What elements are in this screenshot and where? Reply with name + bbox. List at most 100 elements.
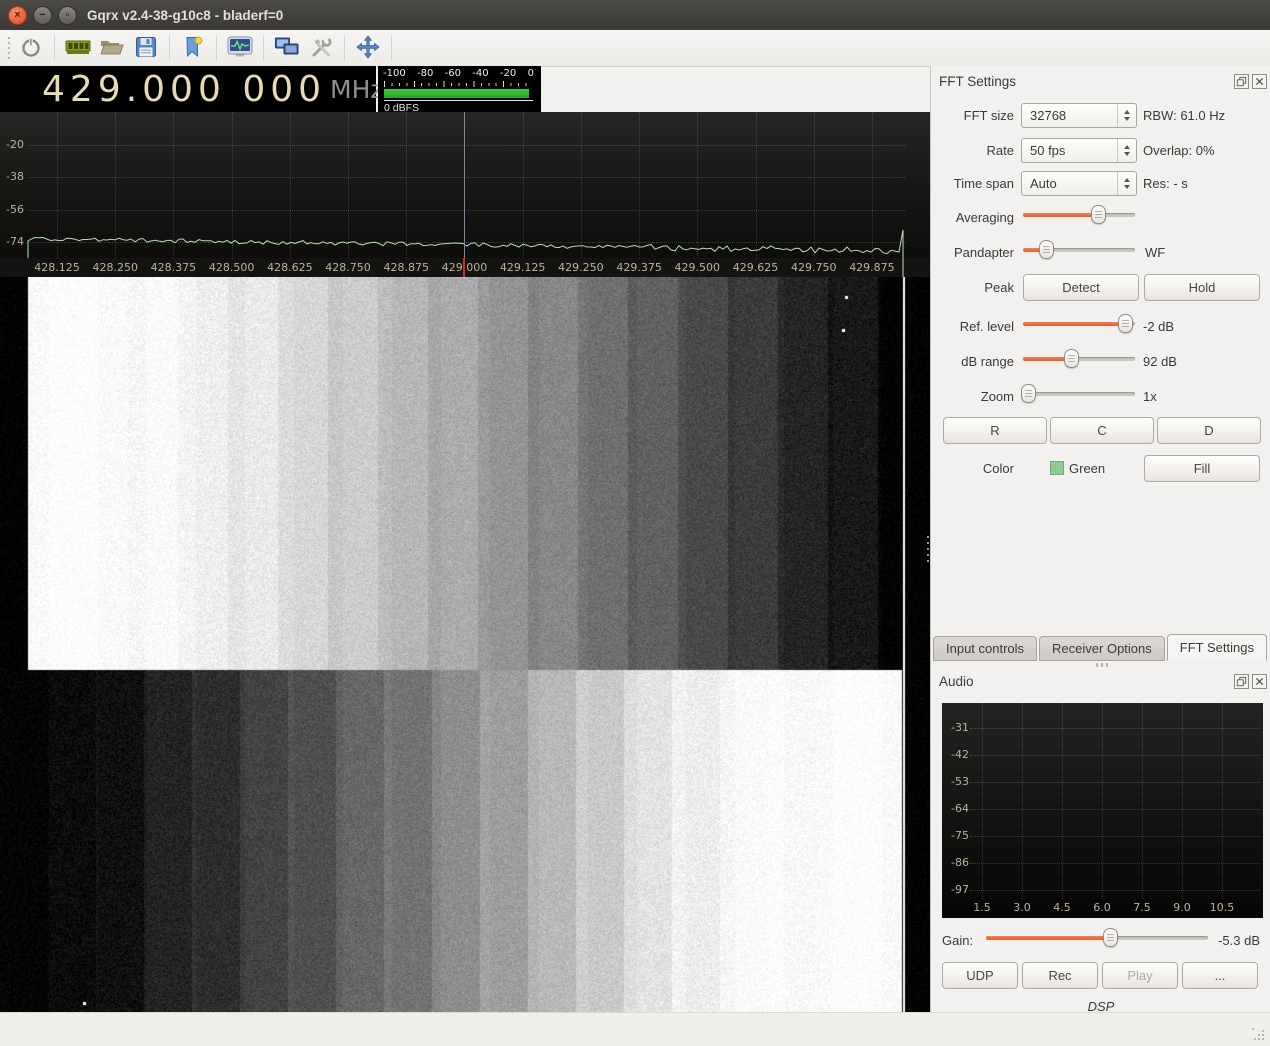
toolbar-drag-handle[interactable] [4,37,14,59]
meter-tick-label: -80 [417,68,433,79]
dock-splitter-handle[interactable] [1096,663,1110,667]
color-label: Color [931,461,1014,476]
udp-button[interactable]: UDP [942,962,1018,989]
float-panel-icon[interactable] [1234,74,1249,89]
titlebar[interactable]: × − ▫ Gqrx v2.4-38-g10c8 - bladerf=0 [0,0,1270,30]
open-button[interactable] [95,33,129,63]
window-title: Gqrx v2.4-38-g10c8 - bladerf=0 [87,8,283,23]
close-panel-icon[interactable] [1252,74,1267,89]
maximize-window-icon[interactable]: ▫ [58,6,77,25]
color-value: Green [1069,461,1105,476]
more-button[interactable]: ... [1182,962,1258,989]
audio-spectrum-plot: -31-42-53-64-75-86-971.53.04.56.07.59.01… [942,703,1263,918]
meter-tick-label: -60 [445,68,461,79]
grid-line [1182,703,1183,899]
tab-input-controls[interactable]: Input controls [933,636,1037,661]
meter-tick-label: -40 [472,68,488,79]
pandapter-slider[interactable] [1023,240,1135,259]
slider-handle[interactable] [1118,314,1133,333]
play-button[interactable]: Play [1102,962,1178,989]
grid-line [970,863,1260,864]
slider-handle[interactable] [1103,928,1118,947]
waterfall-canvas[interactable] [0,277,930,1012]
reset-button[interactable]: R [943,417,1047,444]
grid-line [970,755,1260,756]
spinner-arrows-icon[interactable] [1117,172,1136,195]
statusbar [0,1012,1270,1046]
zoom-slider[interactable] [1023,384,1135,403]
demod-button[interactable]: D [1157,417,1261,444]
ref-level-slider[interactable] [1023,314,1135,333]
slider-handle[interactable] [1039,240,1054,259]
dsp-toggle-button[interactable] [223,33,257,63]
signal-meter: -100-80-60-40-200 0 dBFS [378,66,541,112]
audio-db-tick-label: -64 [951,802,969,815]
close-window-icon[interactable]: × [8,6,27,25]
audio-db-tick-label: -31 [951,721,969,734]
pandapter-label: Pandapter [931,245,1014,260]
frequency-display[interactable]: 429.000 000 MHz [0,66,376,112]
center-button[interactable]: C [1050,417,1154,444]
panel-splitter-handle[interactable] [926,536,930,562]
audio-db-tick-label: -53 [951,775,969,788]
fullscreen-button[interactable] [351,33,385,63]
meter-scale: -100-80-60-40-200 [383,68,534,79]
slider-handle[interactable] [1021,384,1036,403]
close-panel-icon[interactable] [1252,674,1267,689]
minimize-window-icon[interactable]: − [33,6,52,25]
fft-size-label: FFT size [931,108,1014,123]
fft-settings-title: FFT Settings [939,74,1016,89]
resize-grip-icon[interactable] [1252,1028,1266,1042]
grid-line [982,703,983,899]
rec-button[interactable]: Rec [1022,962,1098,989]
remote-control-button[interactable] [270,33,304,63]
time-span-select[interactable]: Auto [1021,171,1137,196]
time-span-label: Time span [931,176,1014,191]
memory-icon [65,37,91,60]
color-swatch[interactable] [1050,461,1064,475]
rate-label: Rate [931,143,1014,158]
peak-label: Peak [931,280,1014,295]
grid-line [970,782,1260,783]
res-value: Res: - s [1143,176,1188,191]
fft-size-select[interactable]: 32768 [1021,103,1137,128]
tab-receiver-options[interactable]: Receiver Options [1039,636,1165,661]
audio-khz-tick-label: 9.0 [1173,901,1191,914]
averaging-slider[interactable] [1023,205,1135,224]
spinner-arrows-icon[interactable] [1117,139,1136,162]
fft-trace [0,112,930,277]
spinner-arrows-icon[interactable] [1117,104,1136,127]
meter-ticks [384,81,533,87]
audio-khz-tick-label: 7.5 [1133,901,1151,914]
zoom-value: 1x [1143,389,1157,404]
device-config-button[interactable] [61,33,95,63]
frequency-value[interactable]: 429.000 000 [42,69,326,110]
tab-fft-settings[interactable]: FFT Settings [1167,634,1267,661]
grid-line [970,836,1260,837]
slider-handle[interactable] [1064,349,1079,368]
bookmarks-button[interactable] [176,33,210,63]
fill-button[interactable]: Fill [1144,455,1260,482]
audio-db-tick-label: -75 [951,829,969,842]
grid-line [970,728,1260,729]
center-frequency-marker [463,258,465,277]
settings-button[interactable] [304,33,338,63]
float-panel-icon[interactable] [1234,674,1249,689]
peak-hold-button[interactable]: Hold [1144,274,1260,301]
power-button[interactable] [14,33,48,63]
slider-handle[interactable] [1091,205,1106,224]
grid-line [1022,703,1023,899]
audio-db-tick-label: -42 [951,748,969,761]
db-range-slider[interactable] [1023,349,1135,368]
db-range-label: dB range [931,354,1014,369]
peak-detect-button[interactable]: Detect [1023,274,1139,301]
rate-select[interactable]: 50 fps [1021,138,1137,163]
save-button[interactable] [129,33,163,63]
spectrum-plot[interactable]: 428.125428.250428.375428.500428.625428.7… [0,112,930,277]
zoom-label: Zoom [931,389,1014,404]
db-tick-label: -74 [6,235,24,248]
audio-title: Audio [939,674,974,689]
tuning-marker-line[interactable] [464,112,465,258]
meter-tick-label: -100 [383,68,406,79]
oscilloscope-icon [227,36,253,61]
